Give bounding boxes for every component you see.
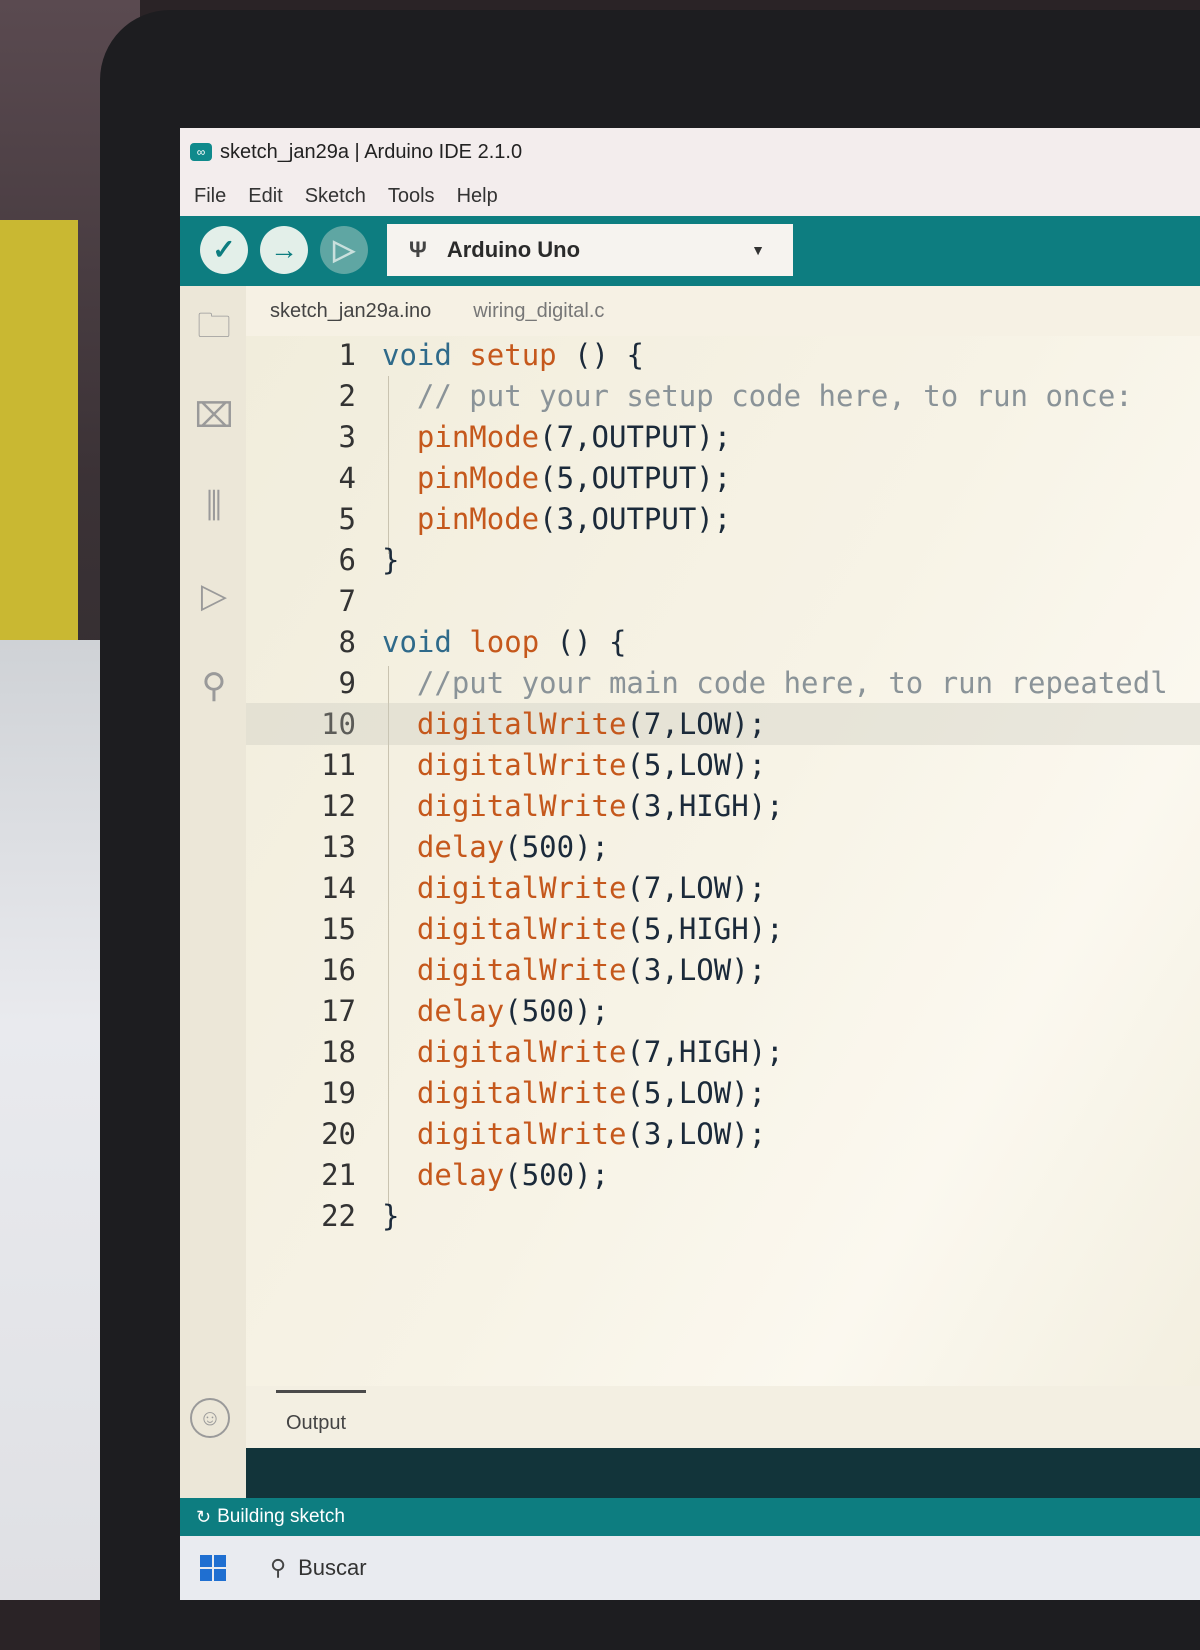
taskbar: ⚲ Buscar [180,1536,1200,1600]
arduino-logo-icon: ∞ [190,143,212,161]
code-line[interactable]: digitalWrite(7,HIGH); [382,1035,784,1069]
sync-icon: ↻ [196,1506,212,1527]
line-number-gutter: 1 2 3 4 5 6 7 8 9 10 11 12 13 14 15 16 17 18 19 20 21 22 [246,336,356,1233]
account-icon[interactable]: ☺ [190,1398,230,1438]
arrow-right-icon: → [270,234,298,265]
line-number: 2 [338,379,356,413]
line-number: 7 [338,584,356,618]
debug-button[interactable]: ▷ [320,226,368,274]
folder-icon[interactable]: 🗀 [194,306,234,346]
title-bar: ∞ sketch_jan29a | Arduino IDE 2.1.0 [180,128,1200,176]
code-line[interactable]: digitalWrite(3,LOW); [382,1117,766,1151]
line-number: 15 [321,912,356,946]
code-line[interactable]: void loop () { [382,625,626,659]
code-line[interactable]: pinMode(5,OUTPUT); [382,461,731,495]
debugger-icon: ▷ [333,234,355,265]
background-object [0,220,78,640]
menu-bar: File Edit Sketch Tools Help [180,176,1200,216]
code-line[interactable]: // put your setup code here, to run once… [382,379,1133,413]
output-label[interactable]: Output [286,1412,346,1435]
code-line[interactable]: delay(500); [382,830,609,864]
menu-edit[interactable]: Edit [248,185,282,208]
tab-wiring-digital[interactable]: wiring_digital.c [473,300,604,323]
menu-file[interactable]: File [194,185,226,208]
code-line[interactable]: digitalWrite(7,LOW); [382,871,766,905]
status-text: Building sketch [217,1506,345,1527]
status-bar: ↻ Building sketch [180,1498,1200,1536]
code-editor[interactable]: 1 2 3 4 5 6 7 8 9 10 11 12 13 14 15 16 17 18 19 20 21 22 void… [246,336,1200,1386]
checkmark-icon: ✓ [212,234,236,265]
line-number: 21 [321,1158,356,1192]
search-icon: ⚲ [270,1555,287,1580]
line-number: 16 [321,953,356,987]
code-line[interactable]: digitalWrite(3,HIGH); [382,789,784,823]
line-number: 1 [338,338,356,372]
code-line[interactable]: delay(500); [382,994,609,1028]
line-number: 13 [321,830,356,864]
editor-tabs: sketch_jan29a.ino wiring_digital.c [246,286,1200,336]
windows-start-icon[interactable] [200,1555,226,1581]
line-number: 4 [338,461,356,495]
board-manager-icon[interactable]: ⌧ [194,396,234,436]
line-number: 22 [321,1199,356,1233]
desk [0,640,110,1600]
chevron-down-icon: ▼ [751,242,765,258]
output-tab-indicator [276,1390,366,1393]
code-line[interactable]: digitalWrite(7,LOW); [382,707,766,741]
line-number: 8 [338,625,356,659]
taskbar-search[interactable]: Buscar [298,1555,366,1581]
library-icon[interactable]: ⫼ [194,486,234,526]
tab-sketch[interactable]: sketch_jan29a.ino [270,300,431,323]
line-number: 18 [321,1035,356,1069]
line-number: 17 [321,994,356,1028]
output-panel [246,1448,1200,1498]
menu-tools[interactable]: Tools [388,185,435,208]
line-number: 9 [338,666,356,700]
code-line[interactable]: digitalWrite(5,HIGH); [382,912,784,946]
code-line[interactable]: delay(500); [382,1158,609,1192]
line-number: 11 [321,748,356,782]
verify-button[interactable]: ✓ [200,226,248,274]
board-name: Arduino Uno [446,237,581,262]
code-line[interactable]: } [382,1199,399,1233]
upload-button[interactable]: → [260,226,308,274]
output-header: Output [246,1386,1200,1448]
line-number: 19 [321,1076,356,1110]
menu-sketch[interactable]: Sketch [305,185,366,208]
code-line[interactable]: void setup () { [382,338,644,372]
code-line[interactable]: //put your main code here, to run repeat… [382,666,1168,700]
line-number: 5 [338,502,356,536]
code-line[interactable]: pinMode(7,OUTPUT); [382,420,731,454]
screen: ∞ sketch_jan29a | Arduino IDE 2.1.0 File… [180,128,1200,1600]
code-line[interactable]: pinMode(3,OUTPUT); [382,502,731,536]
menu-help[interactable]: Help [457,185,498,208]
toolbar: ✓ → ▷ Ψ Arduino Uno ▼ [180,216,1200,286]
line-number: 14 [321,871,356,905]
line-number: 6 [338,543,356,577]
code-line[interactable]: digitalWrite(5,LOW); [382,1076,766,1110]
code-line[interactable]: digitalWrite(3,LOW); [382,953,766,987]
board-selector[interactable]: Ψ Arduino Uno ▼ [387,224,793,276]
line-number: 3 [338,420,356,454]
debug-icon[interactable]: ▷ [194,576,234,616]
code-line[interactable]: } [382,543,399,577]
line-number: 12 [321,789,356,823]
search-icon[interactable]: ⚲ [194,666,234,706]
usb-icon: Ψ [409,237,427,262]
line-number: 20 [321,1117,356,1151]
window-title: sketch_jan29a | Arduino IDE 2.1.0 [220,140,523,163]
code-line[interactable]: digitalWrite(5,LOW); [382,748,766,782]
